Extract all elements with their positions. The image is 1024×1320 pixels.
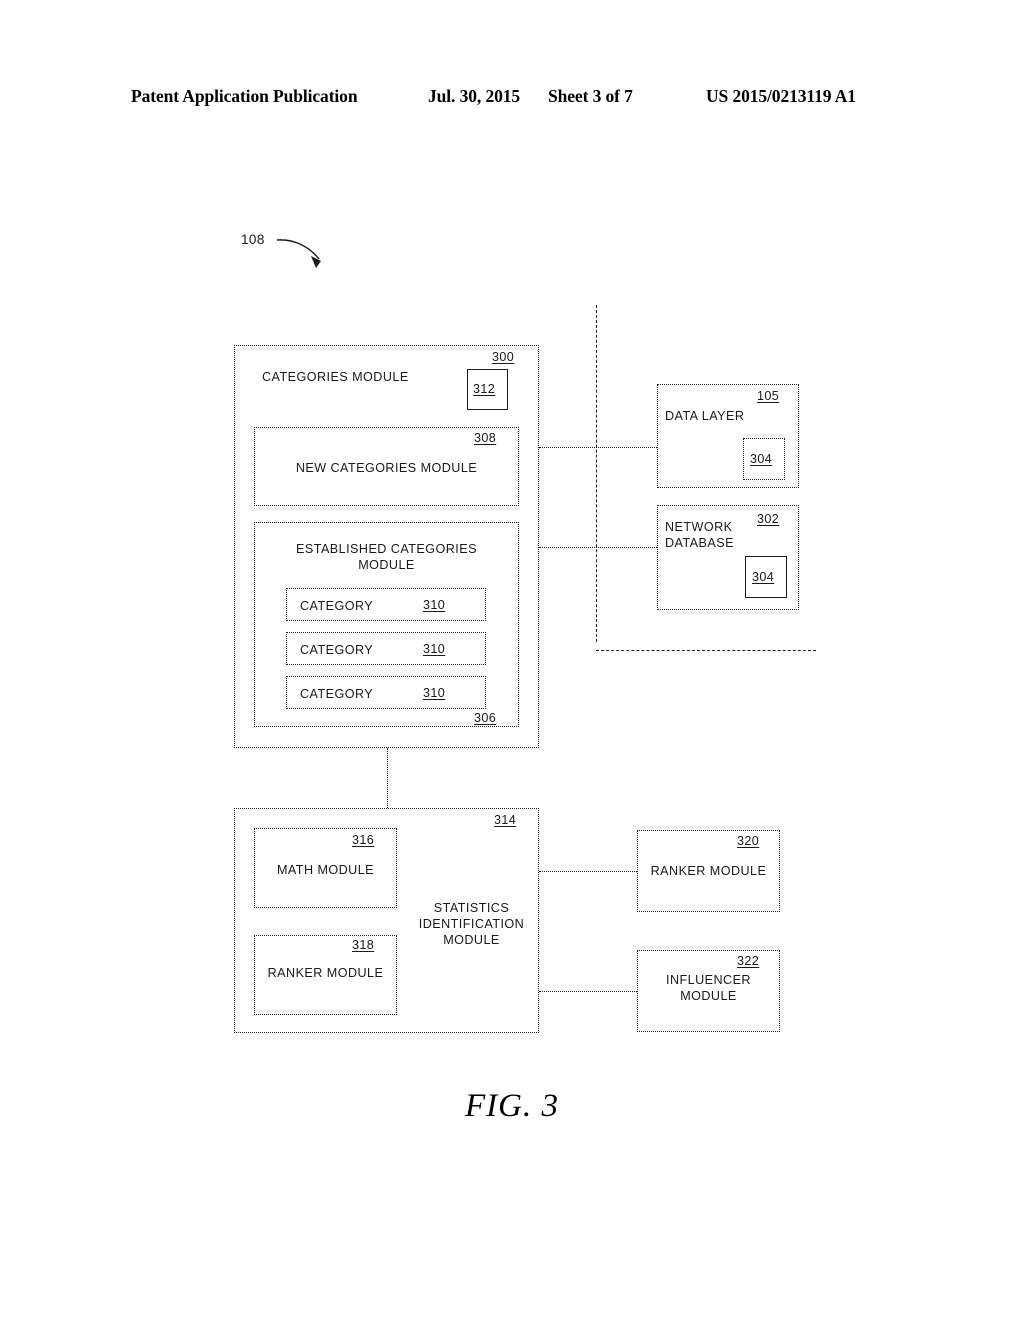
- categories-module-ref-300: 300: [492, 350, 515, 364]
- header-publication-date: Jul. 30, 2015: [428, 86, 521, 106]
- ranker-module-internal-label: RANKER MODULE: [267, 966, 384, 980]
- connector-statistics-to-influencer-module: [539, 991, 637, 992]
- influencer-module-label: INFLUENCER MODULE: [666, 973, 751, 1004]
- connector-established-categories-to-network-database: [539, 547, 657, 548]
- data-layer-label: DATA LAYER: [665, 409, 745, 423]
- category-label-2: CATEGORY: [300, 643, 374, 657]
- connector-new-categories-to-data-layer: [539, 447, 657, 448]
- statistics-identification-module-label: STATISTICS IDENTIFICATION MODULE: [418, 901, 525, 948]
- category-label-3: CATEGORY: [300, 687, 374, 701]
- category-label-1: CATEGORY: [300, 599, 374, 613]
- statistics-identification-module-ref-314: 314: [494, 813, 517, 827]
- ranker-module-external-label: RANKER MODULE: [650, 864, 767, 878]
- math-module-label: MATH MODULE: [276, 863, 375, 877]
- data-layer-ref-105: 105: [757, 389, 780, 403]
- connector-categories-to-statistics: [387, 748, 388, 808]
- categories-module-label: CATEGORIES MODULE: [262, 370, 409, 384]
- ranker-module-external-ref-320: 320: [737, 834, 760, 848]
- network-database-inner-ref-304: 304: [752, 570, 775, 584]
- new-categories-module-label: NEW CATEGORIES MODULE: [295, 461, 478, 475]
- data-layer-inner-ref-304: 304: [750, 452, 773, 466]
- ranker-module-internal-ref-318: 318: [352, 938, 375, 952]
- category-ref-2-310: 310: [423, 642, 446, 656]
- category-ref-1-310: 310: [423, 598, 446, 612]
- system-boundary-vertical: [596, 305, 597, 642]
- categories-module-inner-ref-312: 312: [473, 382, 496, 396]
- network-database-ref-302: 302: [757, 512, 780, 526]
- connector-statistics-to-ranker-module: [539, 871, 637, 872]
- new-categories-module-ref-308: 308: [474, 431, 497, 445]
- lead-arrow-icon: [276, 239, 321, 268]
- established-categories-module-ref-306: 306: [474, 711, 497, 725]
- system-boundary-horizontal: [596, 650, 816, 651]
- header-publication-title: Patent Application Publication: [131, 86, 358, 106]
- header-patent-number: US 2015/0213119 A1: [706, 86, 856, 106]
- header-sheet-number: Sheet 3 of 7: [548, 86, 633, 106]
- math-module-ref-316: 316: [352, 833, 375, 847]
- influencer-module-ref-322: 322: [737, 954, 760, 968]
- figure-caption: FIG. 3: [465, 1088, 559, 1124]
- lead-reference-108: 108: [241, 232, 265, 247]
- page-header: Patent Application Publication Jul. 30, …: [0, 86, 1024, 112]
- established-categories-module-label: ESTABLISHED CATEGORIES MODULE: [296, 542, 477, 573]
- category-ref-3-310: 310: [423, 686, 446, 700]
